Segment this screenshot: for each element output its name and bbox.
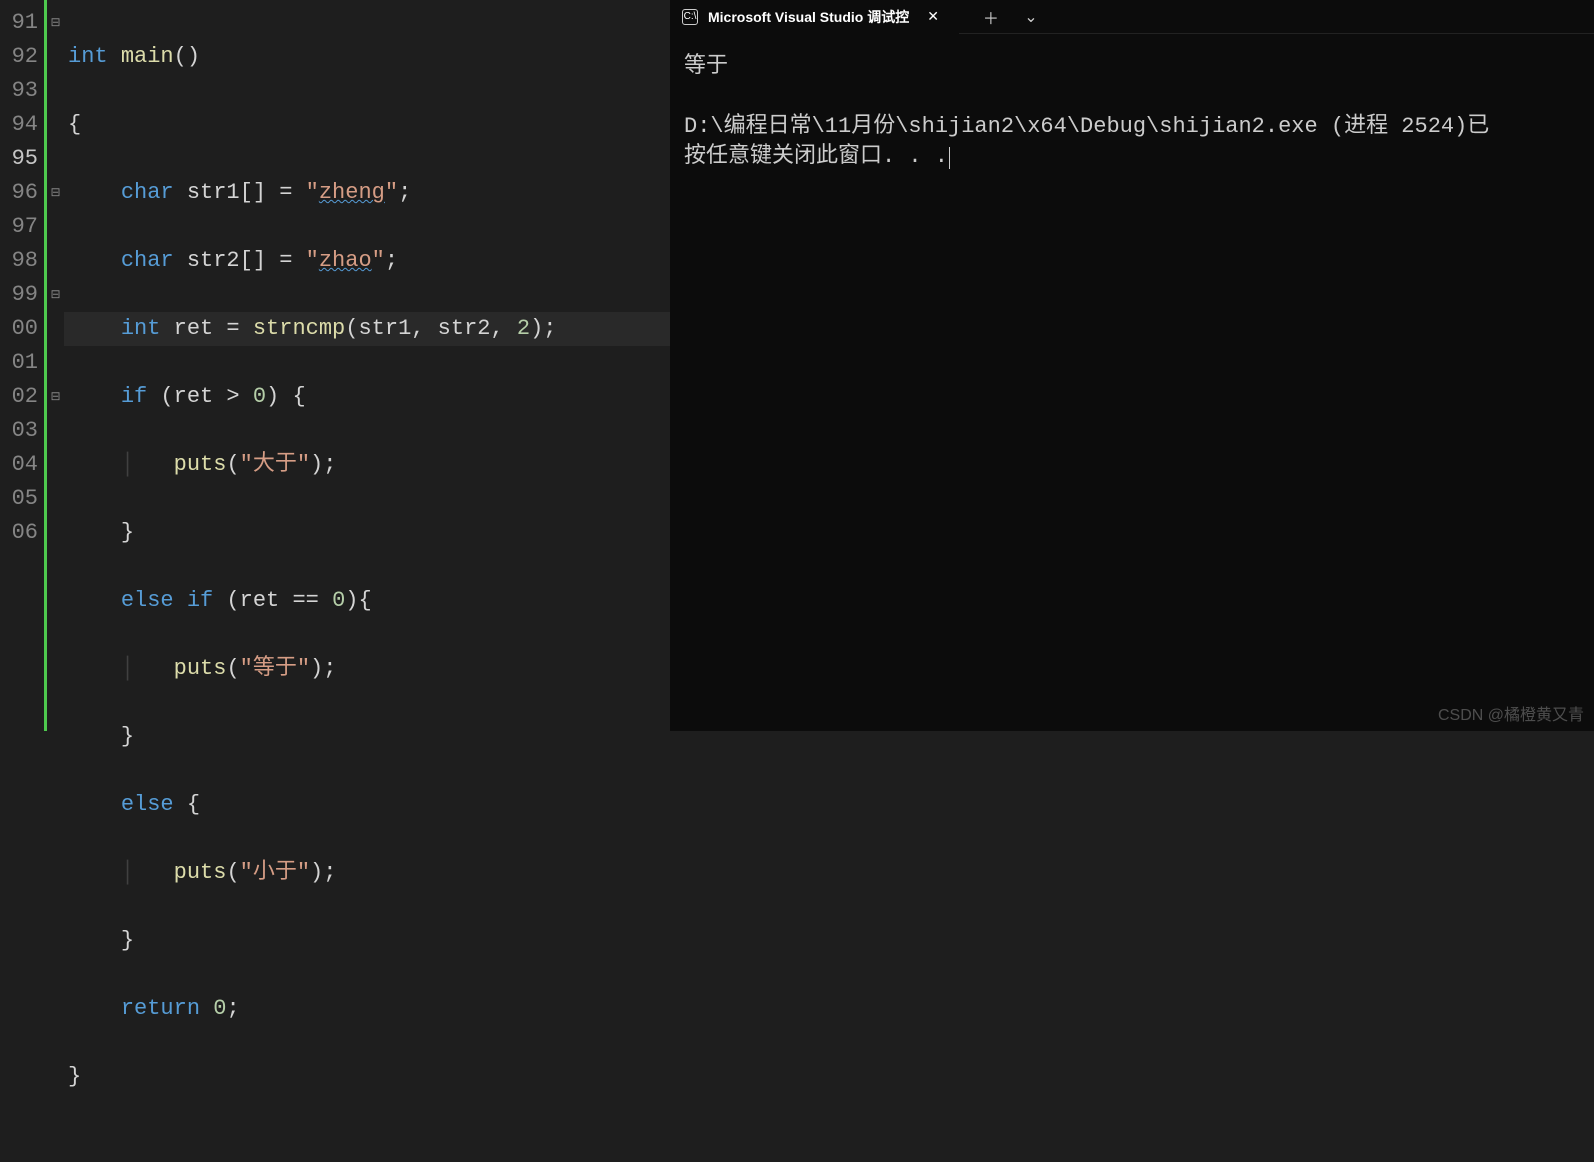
- code-line: if (ret > 0) {: [68, 380, 670, 414]
- fold-toggle-icon[interactable]: ⊟: [47, 380, 64, 414]
- close-icon[interactable]: ✕: [919, 4, 947, 29]
- line-number: 93: [0, 74, 38, 108]
- line-number: 92: [0, 40, 38, 74]
- line-number-current: 95: [0, 142, 38, 176]
- code-line: }: [68, 1060, 670, 1094]
- code-line: │ puts("小于");: [68, 856, 670, 890]
- terminal-output[interactable]: 等于 D:\编程日常\11月份\shijian2\x64\Debug\shiji…: [670, 34, 1594, 731]
- line-number: 94: [0, 108, 38, 142]
- code-line: }: [68, 516, 670, 550]
- code-line: char str1[] = "zheng";: [68, 176, 670, 210]
- line-number: 04: [0, 448, 38, 482]
- terminal-line: 等于: [684, 54, 728, 79]
- terminal-tab[interactable]: C:\ Microsoft Visual Studio 调试控 ✕: [670, 0, 959, 34]
- terminal-pane: C:\ Microsoft Visual Studio 调试控 ✕ ＋ ⌄ 等于…: [670, 0, 1594, 731]
- terminal-tab-title: Microsoft Visual Studio 调试控: [708, 7, 909, 27]
- code-line: char str2[] = "zhao";: [68, 244, 670, 278]
- line-number: 03: [0, 414, 38, 448]
- terminal-icon: C:\: [682, 9, 698, 25]
- line-number: 05: [0, 482, 38, 516]
- line-number: 06: [0, 516, 38, 550]
- line-number: 01: [0, 346, 38, 380]
- code-line: int main(): [68, 40, 670, 74]
- code-line: │ puts("等于");: [68, 652, 670, 686]
- code-line: else if (ret == 0){: [68, 584, 670, 618]
- code-editor[interactable]: 91 92 93 94 95 96 97 98 99 00 01 02 03 0…: [0, 0, 670, 731]
- new-tab-button[interactable]: ＋: [973, 2, 1009, 32]
- line-number: 02: [0, 380, 38, 414]
- line-number-gutter: 91 92 93 94 95 96 97 98 99 00 01 02 03 0…: [0, 0, 44, 731]
- fold-toggle-icon[interactable]: ⊟: [47, 6, 64, 40]
- fold-toggle-icon[interactable]: ⊟: [47, 176, 64, 210]
- terminal-line: 按任意键关闭此窗口. . .: [684, 144, 948, 169]
- cursor-icon: [949, 147, 950, 169]
- code-line: }: [68, 720, 670, 754]
- line-number: 99: [0, 278, 38, 312]
- line-number: 00: [0, 312, 38, 346]
- watermark: CSDN @橘橙黄又青: [1438, 701, 1584, 725]
- code-line: else {: [68, 788, 670, 822]
- code-line: {: [68, 108, 670, 142]
- tab-dropdown-button[interactable]: ⌄: [1013, 2, 1049, 32]
- terminal-line: D:\编程日常\11月份\shijian2\x64\Debug\shijian2…: [684, 114, 1489, 139]
- chevron-down-icon: ⌄: [1024, 7, 1037, 27]
- fold-ribbon: ⊟ ⊟ ⊟ ⊟: [44, 0, 64, 731]
- terminal-tab-bar: C:\ Microsoft Visual Studio 调试控 ✕ ＋ ⌄: [670, 0, 1594, 34]
- fold-toggle-icon[interactable]: ⊟: [47, 278, 64, 312]
- code-line-current: int ret = strncmp(str1, str2, 2);: [64, 312, 670, 346]
- line-number: 91: [0, 6, 38, 40]
- line-number: 97: [0, 210, 38, 244]
- code-line: }: [68, 924, 670, 958]
- line-number: 96: [0, 176, 38, 210]
- code-text-area[interactable]: int main() { char str1[] = "zheng"; char…: [64, 0, 670, 731]
- code-line: │ puts("大于");: [68, 448, 670, 482]
- code-line: return 0;: [68, 992, 670, 1026]
- line-number: 98: [0, 244, 38, 278]
